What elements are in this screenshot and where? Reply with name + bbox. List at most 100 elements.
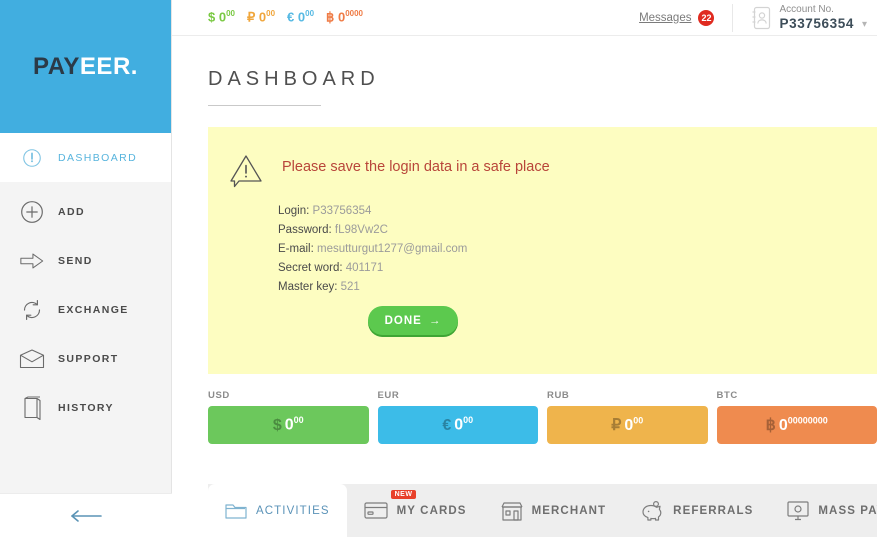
messages-button[interactable]: Messages 22 bbox=[639, 4, 734, 32]
folder-icon bbox=[225, 502, 247, 520]
balance-summary: $ 000 ₽ 000 € 000 ฿ 00000 bbox=[172, 9, 363, 25]
credentials-list: Login: P33756354 Password: fL98Vw2C E-ma… bbox=[208, 191, 877, 335]
arrow-right-icon bbox=[12, 250, 52, 272]
card-whole: 0 bbox=[454, 416, 464, 434]
rub-balance[interactable]: ₽ 000 bbox=[247, 9, 275, 25]
account-label: Account No. bbox=[779, 4, 834, 16]
card-decimals: 00000000 bbox=[787, 415, 828, 426]
main-content: $ 000 ₽ 000 € 000 ฿ 00000 Messages 22 Ac… bbox=[172, 0, 877, 537]
credit-card-icon bbox=[364, 502, 388, 519]
card-symbol: ₽ bbox=[611, 417, 622, 434]
sidebar-item-support[interactable]: SUPPORT bbox=[0, 334, 171, 383]
account-text: Account No. P33756354 bbox=[779, 4, 853, 31]
rub-balance-card[interactable]: ₽000 bbox=[547, 406, 708, 444]
card-decimals: 00 bbox=[463, 415, 474, 426]
brand-logo[interactable]: PAYEER. bbox=[0, 0, 171, 133]
piggy-bank-icon bbox=[640, 500, 664, 521]
credential-label: Login: bbox=[278, 205, 310, 217]
eur-cents: 00 bbox=[305, 9, 315, 19]
btc-balance[interactable]: ฿ 00000 bbox=[326, 9, 363, 25]
tab-activities[interactable]: ACTIVITIES bbox=[208, 484, 347, 537]
logo-dot: . bbox=[130, 52, 138, 80]
card-whole: 0 bbox=[624, 417, 634, 434]
sidebar-item-send[interactable]: SEND bbox=[0, 236, 171, 285]
credential-label: Master key: bbox=[278, 281, 338, 293]
sidebar: PAYEER. DASHBOARD ADD SEND EXCHANGE SUPP… bbox=[0, 0, 172, 537]
card-whole: 0 bbox=[778, 417, 788, 434]
card-symbol: ฿ bbox=[765, 417, 776, 434]
done-button[interactable]: DONE → bbox=[368, 306, 458, 335]
account-card-icon bbox=[751, 6, 771, 30]
payeer-logo: PAYEER. bbox=[33, 52, 138, 80]
tab-mass-payment[interactable]: MASS PAYMENT bbox=[770, 484, 877, 537]
sidebar-item-add[interactable]: ADD bbox=[0, 187, 171, 236]
sidebar-item-label: SEND bbox=[58, 254, 93, 267]
tab-label: REFERRALS bbox=[673, 504, 754, 517]
sidebar-item-history[interactable]: HISTORY bbox=[0, 383, 171, 432]
usd-symbol: $ bbox=[208, 9, 216, 25]
btc-cents: 0000 bbox=[345, 9, 363, 19]
credential-row: Secret word: 401171 bbox=[278, 262, 877, 274]
account-menu[interactable]: Account No. P33756354 ▾ bbox=[733, 4, 877, 31]
currency-card-eur: EUR €000 bbox=[377, 390, 538, 444]
usd-balance-card[interactable]: $000 bbox=[208, 406, 369, 444]
sidebar-item-exchange[interactable]: EXCHANGE bbox=[0, 285, 171, 334]
top-bar-right: Messages 22 Account No. P33756354 ▾ bbox=[639, 0, 877, 36]
chevron-down-icon: ▾ bbox=[861, 18, 867, 30]
page-title: DASHBOARD bbox=[208, 68, 380, 90]
sidebar-item-dashboard[interactable]: DASHBOARD bbox=[0, 133, 171, 182]
usd-balance[interactable]: $ 000 bbox=[208, 9, 235, 24]
eur-balance[interactable]: € 000 bbox=[287, 9, 314, 24]
monitor-icon bbox=[787, 500, 809, 521]
card-decimals: 00 bbox=[633, 415, 644, 426]
envelope-icon bbox=[12, 348, 52, 369]
done-button-label: DONE bbox=[384, 314, 422, 327]
credential-label: E-mail: bbox=[278, 243, 314, 255]
rub-symbol: ₽ bbox=[247, 9, 256, 25]
card-amount: ฿ 000000000 bbox=[766, 415, 828, 435]
tab-merchant[interactable]: MERCHANT bbox=[484, 484, 624, 537]
card-amount: $000 bbox=[273, 415, 304, 434]
eur-symbol: € bbox=[287, 9, 295, 25]
arrow-right-icon: → bbox=[428, 314, 442, 327]
top-bar: $ 000 ₽ 000 € 000 ฿ 00000 Messages 22 Ac… bbox=[172, 0, 877, 36]
credential-value: 401171 bbox=[345, 262, 384, 274]
btc-symbol: ฿ bbox=[326, 9, 335, 25]
card-label: BTC bbox=[716, 390, 738, 401]
card-label: RUB bbox=[547, 390, 570, 401]
login-data-notice: Please save the login data in a safe pla… bbox=[208, 127, 877, 374]
sidebar-collapse-button[interactable] bbox=[0, 493, 172, 537]
tab-label: ACTIVITIES bbox=[256, 504, 330, 517]
eur-balance-card[interactable]: €000 bbox=[377, 406, 538, 444]
sidebar-item-label: HISTORY bbox=[58, 401, 114, 414]
credential-value: P33756354 bbox=[312, 205, 372, 217]
credential-row: Password: fL98Vw2C bbox=[278, 224, 877, 236]
currency-card-btc: BTC ฿ 000000000 bbox=[716, 390, 877, 444]
card-amount: €000 bbox=[442, 415, 473, 434]
tab-my-cards[interactable]: NEW MY CARDS bbox=[347, 484, 484, 537]
card-symbol: $ bbox=[272, 416, 282, 434]
sidebar-item-label: ADD bbox=[58, 205, 85, 218]
btc-balance-card[interactable]: ฿ 000000000 bbox=[716, 406, 877, 444]
credential-value: mesutturgut1277@gmail.com bbox=[316, 243, 468, 255]
card-label: USD bbox=[208, 390, 230, 401]
tab-referrals[interactable]: REFERRALS bbox=[623, 484, 770, 537]
card-label: EUR bbox=[377, 390, 400, 401]
sidebar-item-label: DASHBOARD bbox=[58, 151, 138, 164]
notice-header: Please save the login data in a safe pla… bbox=[208, 127, 877, 191]
messages-count-badge: 22 bbox=[698, 10, 715, 26]
shop-icon bbox=[501, 501, 523, 521]
warning-bubble-icon bbox=[226, 151, 266, 191]
account-number: P33756354 bbox=[779, 15, 854, 31]
book-icon bbox=[12, 395, 52, 420]
sidebar-item-label: SUPPORT bbox=[58, 352, 119, 365]
card-symbol: € bbox=[442, 416, 452, 434]
tab-label: MERCHANT bbox=[531, 504, 607, 517]
rub-cents: 00 bbox=[266, 9, 276, 19]
logo-part-2: EER bbox=[79, 52, 131, 80]
usd-cents: 00 bbox=[226, 9, 235, 19]
usd-whole: 0 bbox=[218, 9, 227, 25]
credential-row: Login: P33756354 bbox=[278, 205, 877, 217]
plus-circle-icon bbox=[12, 199, 52, 225]
card-whole: 0 bbox=[284, 416, 294, 434]
